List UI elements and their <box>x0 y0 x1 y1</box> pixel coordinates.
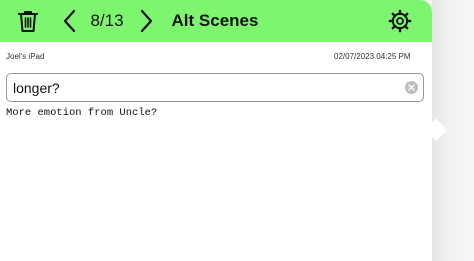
alt-scenes-popover: 8/13 Alt Scenes Joel's iPad 02/07/2023 0… <box>0 0 432 261</box>
page-title: Alt Scenes <box>171 11 259 30</box>
clear-text-button[interactable] <box>405 81 418 94</box>
timestamp: 02/07/2023 04:25 PM <box>334 52 411 61</box>
clear-icon <box>408 84 415 91</box>
trash-icon <box>18 11 38 32</box>
next-scene-button[interactable] <box>131 6 161 36</box>
header-bar: 8/13 Alt Scenes <box>0 0 432 42</box>
settings-button[interactable] <box>385 6 415 36</box>
previous-scene-button[interactable] <box>55 6 85 36</box>
scene-title-input[interactable] <box>13 78 393 98</box>
chevron-left-icon <box>63 9 76 33</box>
scene-title-field[interactable] <box>6 73 424 102</box>
scene-notes-text[interactable]: More emotion from Uncle? <box>6 107 416 119</box>
scene-counter: 8/13 <box>90 11 124 30</box>
delete-button[interactable] <box>13 6 43 36</box>
device-name: Joel's iPad <box>6 52 45 61</box>
chevron-right-icon <box>140 9 153 33</box>
gear-icon <box>388 9 412 33</box>
